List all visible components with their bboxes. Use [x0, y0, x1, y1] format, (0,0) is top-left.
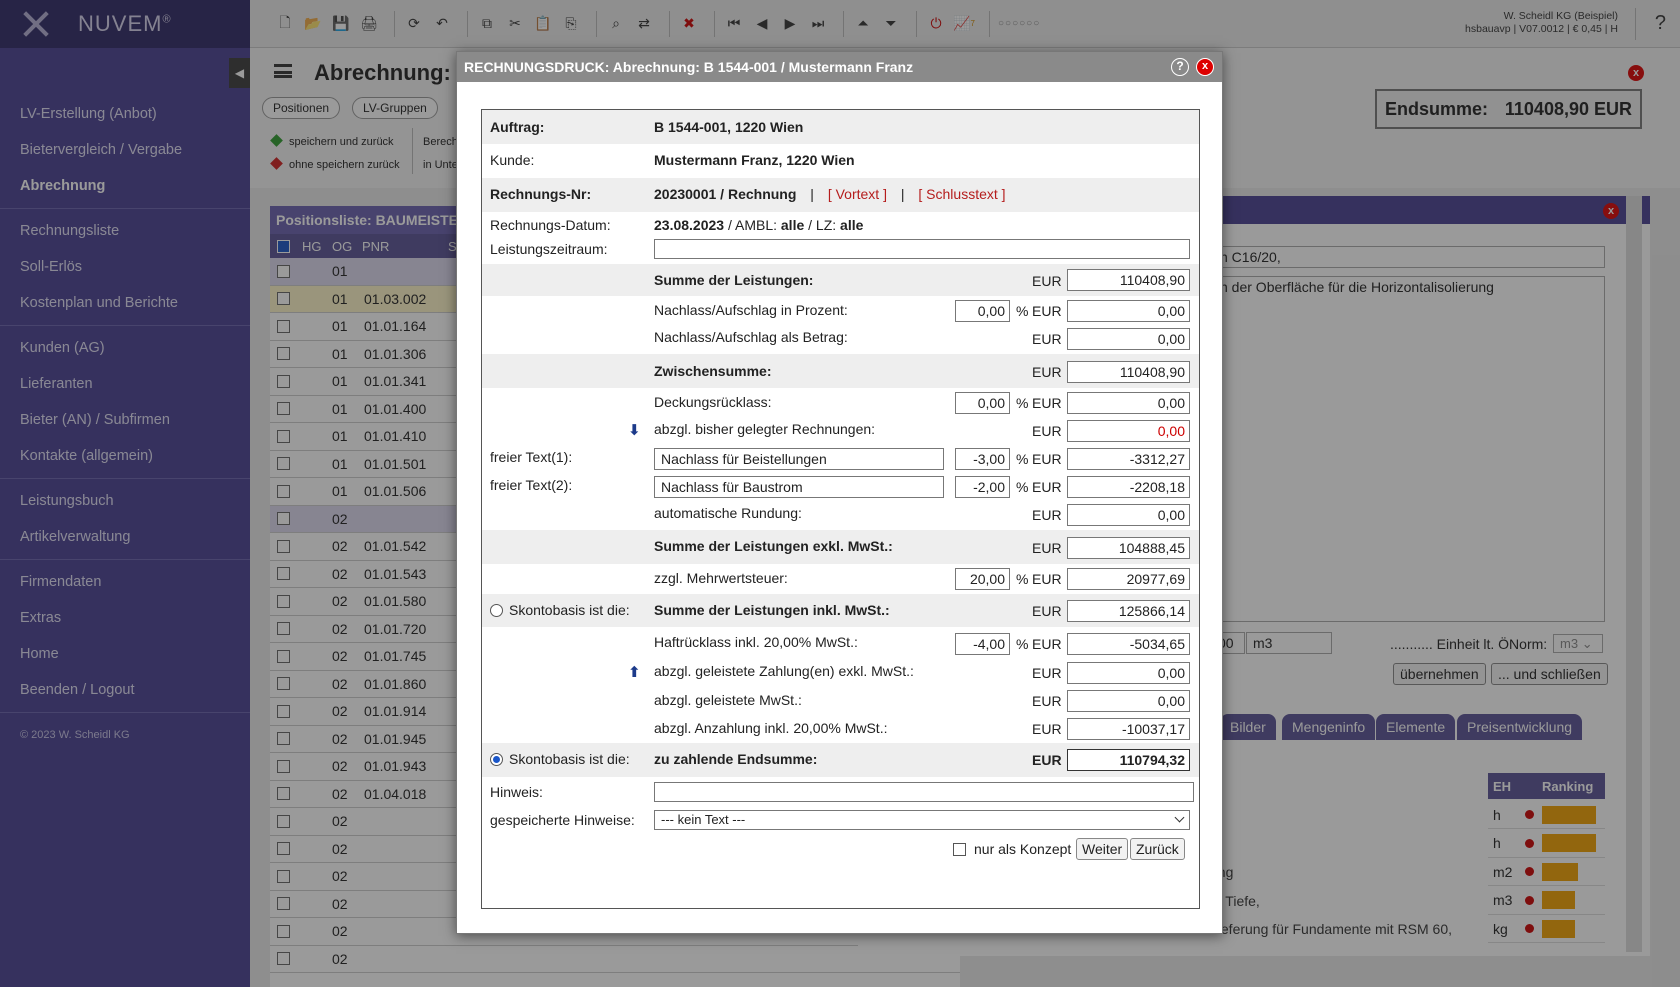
nachlass-prozent-input[interactable]: 0,00 [955, 300, 1010, 322]
row-zwischensumme: Zwischensumme: EUR 110408,90 [482, 354, 1199, 388]
schlusstext-link[interactable]: [ Schlusstext ] [918, 186, 1005, 202]
summe-value: 110408,90 [1067, 269, 1190, 291]
skontobasis-end-radio[interactable] [490, 753, 503, 766]
gespeicherte-hinweise-select[interactable]: --- kein Text --- [654, 810, 1190, 830]
leistungszeitraum-input[interactable] [654, 239, 1190, 259]
freier-text-1-input[interactable]: Nachlass für Beistellungen [654, 448, 944, 470]
invoice-print-dialog: RECHNUNGSDRUCK: Abrechnung: B 1544-001 /… [456, 51, 1223, 934]
auftrag-value: B 1544-001, 1220 Wien [654, 119, 804, 135]
lz-value: alle [840, 217, 864, 233]
zurueck-button[interactable]: Zurück [1130, 838, 1185, 860]
deckung-prozent-input[interactable]: 0,00 [955, 392, 1010, 414]
dialog-title: RECHNUNGSDRUCK: Abrechnung: B 1544-001 /… [464, 59, 914, 75]
row-hinweis: Hinweis: [482, 777, 1199, 807]
freier-text-2-value: -2208,18 [1067, 476, 1190, 498]
rechnungsdatum-value: 23.08.2023 [654, 217, 725, 233]
row-freier-text-2: freier Text(2): Nachlass für Baustrom -2… [482, 472, 1199, 500]
row-leistungszeitraum: Leistungszeitraum: [482, 237, 1199, 264]
freier-text-2-prozent-input[interactable]: -2,00 [955, 476, 1010, 498]
freier-text-1-prozent-input[interactable]: -3,00 [955, 448, 1010, 470]
rundung-value: 0,00 [1067, 504, 1190, 526]
rechnungsnr-value: 20230001 / Rechnung [654, 186, 797, 202]
haft-value: -5034,65 [1067, 633, 1190, 655]
row-anzahlung: abzgl. Anzahlung inkl. 20,00% MwSt.: EUR… [482, 715, 1199, 743]
skontobasis-inkl-radio[interactable] [490, 604, 503, 617]
chevron-down-icon [1174, 812, 1185, 823]
anzahlung-value: -10037,17 [1067, 718, 1190, 740]
nur-als-konzept-label: nur als Konzept [974, 841, 1072, 857]
mwst-value: 20977,69 [1067, 568, 1190, 590]
help-icon[interactable]: ? [1171, 58, 1189, 76]
nachlass-prozent-value: 0,00 [1067, 300, 1190, 322]
close-icon[interactable]: x [1196, 58, 1214, 76]
invoice-form: Auftrag: B 1544-001, 1220 Wien Kunde: Mu… [481, 109, 1200, 909]
deckung-value: 0,00 [1067, 392, 1190, 414]
row-nachlass-prozent: Nachlass/Aufschlag in Prozent: 0,00 % EU… [482, 296, 1199, 324]
zwischensumme-value: 110408,90 [1067, 361, 1190, 383]
row-deckungsruecklass: Deckungsrücklass: 0,00 % EUR 0,00 [482, 388, 1199, 416]
row-nachlass-betrag: Nachlass/Aufschlag als Betrag: EUR 0,00 [482, 324, 1199, 354]
geleistete-mwst-value: 0,00 [1067, 690, 1190, 712]
weiter-button[interactable]: Weiter [1076, 838, 1129, 860]
summe-exkl-value: 104888,45 [1067, 537, 1190, 559]
arrow-down-icon[interactable]: ⬇ [628, 421, 641, 439]
freier-text-2-input[interactable]: Nachlass für Baustrom [654, 476, 944, 498]
row-geleistete-zahlung: ⬆ abzgl. geleistete Zahlung(en) exkl. Mw… [482, 657, 1199, 687]
row-bisher-gelegt: ⬇ abzgl. bisher gelegter Rechnungen: EUR… [482, 416, 1199, 444]
row-rechnungsdatum: Rechnungs-Datum: 23.08.2023 / AMBL: alle… [490, 217, 864, 233]
row-haftruecklass: Haftrücklass inkl. 20,00% MwSt.: -4,00 %… [482, 627, 1199, 657]
freier-text-1-value: -3312,27 [1067, 448, 1190, 470]
row-rundung: automatische Rundung: EUR 0,00 [482, 500, 1199, 530]
row-summe-inkl: Skontobasis ist die: Summe der Leistunge… [482, 594, 1199, 627]
vortext-link[interactable]: [ Vortext ] [828, 186, 887, 202]
mwst-prozent-input[interactable]: 20,00 [955, 568, 1010, 590]
row-summe-exkl: Summe der Leistungen exkl. MwSt.: EUR 10… [482, 530, 1199, 564]
ambl-value: alle [780, 217, 805, 233]
row-mehrwertsteuer: zzgl. Mehrwertsteuer: 20,00 % EUR 20977,… [482, 564, 1199, 594]
arrow-up-icon[interactable]: ⬆ [628, 663, 641, 681]
row-summe: Summe der Leistungen: EUR 110408,90 [482, 264, 1199, 296]
geleistete-zahlung-value: 0,00 [1067, 662, 1190, 684]
row-freier-text-1: freier Text(1): Nachlass für Beistellung… [482, 444, 1199, 472]
kunde-value: Mustermann Franz, 1220 Wien [654, 152, 855, 168]
row-auftrag: Auftrag: B 1544-001, 1220 Wien [482, 110, 1199, 144]
row-endsumme: Skontobasis ist die: zu zahlende Endsumm… [482, 743, 1199, 777]
bisher-gelegt-value: 0,00 [1067, 420, 1190, 442]
summe-inkl-value: 125866,14 [1067, 600, 1190, 622]
nur-als-konzept-checkbox[interactable] [953, 843, 966, 856]
nachlass-betrag-input[interactable]: 0,00 [1067, 328, 1190, 350]
row-kunde: Kunde: Mustermann Franz, 1220 Wien [490, 152, 855, 168]
haft-prozent-input[interactable]: -4,00 [955, 633, 1010, 655]
row-geleistete-mwst: abzgl. geleistete MwSt.: EUR 0,00 [482, 687, 1199, 715]
row-gespeicherte-hinweise: gespeicherte Hinweise: --- kein Text --- [482, 807, 1199, 835]
row-rechnungsnr: Rechnungs-Nr: 20230001 / Rechnung | [ Vo… [482, 178, 1199, 212]
dialog-title-bar: RECHNUNGSDRUCK: Abrechnung: B 1544-001 /… [457, 52, 1222, 82]
endsumme-value: 110794,32 [1067, 749, 1190, 771]
hinweis-input[interactable] [654, 782, 1194, 802]
row-actions: nur als Konzept Weiter Zurück [482, 835, 1199, 865]
